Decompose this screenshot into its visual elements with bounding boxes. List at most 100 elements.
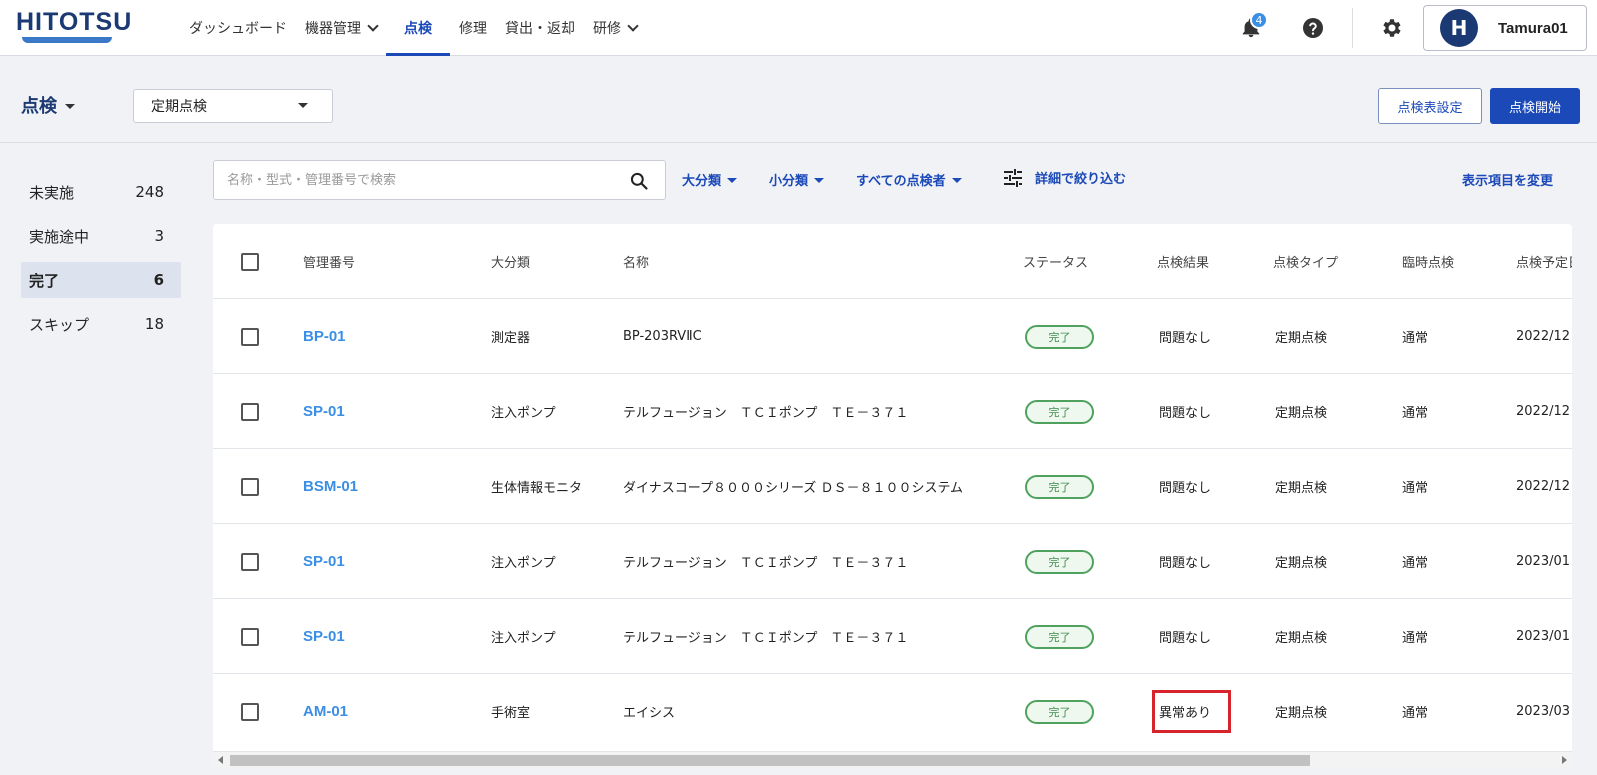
user-menu[interactable]: H Tamura01 [1423,5,1587,51]
filter-label: 詳細で絞り込む [1035,172,1127,187]
horizontal-scrollbar[interactable] [213,751,1572,767]
logo[interactable]: HITOTSU [16,9,132,43]
sidebar-item-completed[interactable]: 完了 6 [21,262,181,298]
date-cell: 2022/12 [1516,329,1571,344]
help-button[interactable] [1292,7,1334,49]
sidebar-item-count: 3 [154,227,164,245]
name-cell: エイシス [623,706,676,721]
row-checkbox[interactable] [241,477,259,496]
row-checkbox[interactable] [241,702,259,721]
extra-cell: 通常 [1402,331,1429,346]
column-header[interactable]: 点検結果 [1157,224,1209,299]
header-divider [1352,8,1353,48]
table-row[interactable]: SP-01 注入ポンプ テルフュージョン ＴＣＩポンプ ＴＥ－３７１ 完了 問題… [213,599,1572,674]
inspection-type-select[interactable]: 定期点検 [133,89,333,123]
table-row[interactable]: BP-01 測定器 BP-203RVⅡC 完了 問題なし 定期点検 通常 202… [213,299,1572,374]
result-cell: 問題なし [1159,556,1212,571]
row-checkbox[interactable] [241,552,259,571]
management-number-link[interactable]: SP-01 [303,553,345,570]
nav-item-inspection[interactable]: 点検 [386,0,450,56]
name-cell: テルフュージョン ＴＣＩポンプ ＴＥ－３７１ [623,556,909,571]
column-header[interactable]: 点検タイプ [1273,224,1338,299]
type-cell: 定期点検 [1275,331,1328,346]
nav-label: 点検 [404,21,432,37]
search-box [213,160,666,200]
nav-label: ダッシュボード [189,21,287,37]
change-columns-link[interactable]: 表示項目を変更 [1462,170,1553,189]
table-header-row: 管理番号 大分類 名称 ステータス 点検結果 点検タイプ 臨時点検 点検予定日 [213,224,1572,299]
type-cell: 定期点検 [1275,631,1328,646]
table-row[interactable]: SP-01 注入ポンプ テルフュージョン ＴＣＩポンプ ＴＥ－３７１ 完了 問題… [213,524,1572,599]
management-number-link[interactable]: BP-01 [303,328,346,345]
scrollbar-thumb[interactable] [230,755,1310,766]
inspection-table-card: 管理番号 大分類 名称 ステータス 点検結果 点検タイプ 臨時点検 点検予定日 … [213,224,1572,767]
help-icon [1303,18,1323,38]
table-row[interactable]: BSM-01 生体情報モニタ ダイナスコープ８０００シリーズ ＤＳ－８１００シス… [213,449,1572,524]
nav-item-training[interactable]: 研修 [584,0,646,56]
search-input[interactable] [214,161,614,199]
sidebar-item-count: 6 [153,271,164,289]
sidebar-item-not-started[interactable]: 未実施 248 [21,174,181,210]
scroll-left-icon[interactable] [218,756,223,764]
column-header[interactable]: 管理番号 [303,224,355,299]
row-select-cell [241,599,259,674]
major-category-filter[interactable]: 大分類 [682,170,738,189]
sidebar-item-label: 実施途中 [29,227,90,246]
caret-down-icon [814,178,825,183]
row-select-cell [241,449,259,524]
nav-item-lending[interactable]: 貸出・返却 [496,0,584,56]
status-cell: 完了 [1025,449,1094,524]
table-row[interactable]: SP-01 注入ポンプ テルフュージョン ＴＣＩポンプ ＴＥ－３７１ 完了 問題… [213,374,1572,449]
table-row[interactable]: AM-01 手術室 エイシス 完了 異常あり 定期点検 通常 2023/03 [213,674,1572,749]
status-cell: 完了 [1025,299,1094,374]
status-cell: 完了 [1025,524,1094,599]
caret-down-icon [727,178,738,183]
name-cell: BP-203RVⅡC [623,329,702,344]
type-cell: 定期点検 [1275,481,1328,496]
column-header[interactable]: 名称 [623,224,649,299]
main-nav: ダッシュボード 機器管理 点検 修理 貸出・返却 研修 [180,0,646,56]
start-inspection-button[interactable]: 点検開始 [1490,88,1580,124]
nav-item-equipment[interactable]: 機器管理 [296,0,386,56]
chevron-down-icon [627,19,639,32]
status-badge: 完了 [1025,399,1094,424]
status-cell: 完了 [1025,374,1094,449]
sidebar-item-skipped[interactable]: スキップ 18 [21,306,181,342]
inspection-table-settings-button[interactable]: 点検表設定 [1378,88,1482,124]
page-title-dropdown[interactable]: 点検 [21,92,75,118]
row-checkbox[interactable] [241,402,259,421]
search-icon[interactable] [629,171,649,191]
settings-button[interactable] [1371,7,1413,49]
select-all-checkbox[interactable] [241,252,259,271]
notifications-button[interactable]: 4 [1230,7,1272,49]
management-number-link[interactable]: SP-01 [303,628,345,645]
inspector-filter[interactable]: すべての点検者 [856,170,962,189]
status-badge: 完了 [1025,624,1094,649]
nav-item-repair[interactable]: 修理 [450,0,496,56]
status-badge: 完了 [1025,699,1094,724]
management-number-link[interactable]: AM-01 [303,703,348,720]
column-header[interactable]: 臨時点検 [1402,224,1454,299]
column-header[interactable]: ステータス [1023,224,1088,299]
minor-category-filter[interactable]: 小分類 [769,170,825,189]
category-cell: 注入ポンプ [491,406,556,421]
inspection-type-value: 定期点検 [151,99,207,115]
sidebar-item-count: 248 [135,183,164,201]
row-checkbox[interactable] [241,627,259,646]
management-number-link[interactable]: BSM-01 [303,478,358,495]
management-number-link[interactable]: SP-01 [303,403,345,420]
name-cell: ダイナスコープ８０００シリーズ ＤＳ－８１００システム [623,481,964,496]
sidebar-item-in-progress[interactable]: 実施途中 3 [21,218,181,254]
nav-item-dashboard[interactable]: ダッシュボード [180,0,296,56]
nav-label: 修理 [459,21,487,37]
type-cell: 定期点検 [1275,556,1328,571]
category-cell: 注入ポンプ [491,631,556,646]
date-cell: 2022/12 [1516,479,1571,494]
advanced-filter-button[interactable]: 詳細で絞り込む [1003,168,1126,187]
row-checkbox[interactable] [241,327,259,346]
scroll-right-icon[interactable] [1562,756,1567,764]
column-header[interactable]: 点検予定日 [1516,224,1572,299]
filter-label: すべての点検者 [856,174,946,189]
nav-label: 研修 [593,21,621,37]
column-header[interactable]: 大分類 [491,224,530,299]
